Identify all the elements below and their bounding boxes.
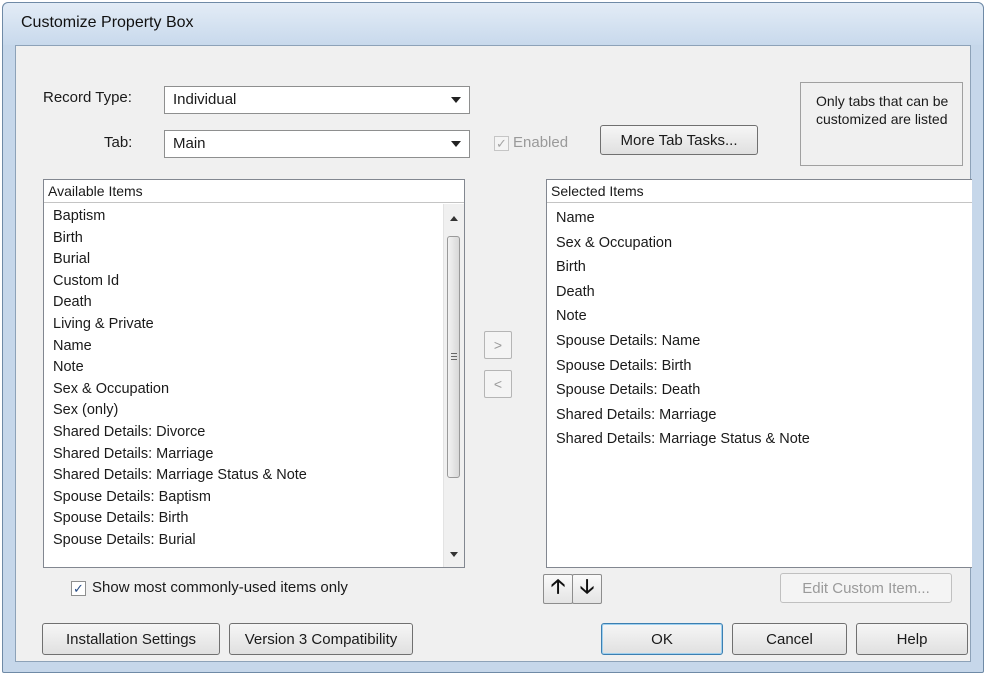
remove-item-button[interactable]: < [484, 370, 512, 398]
list-item[interactable]: Name [556, 206, 810, 231]
list-item[interactable]: Birth [556, 255, 810, 280]
list-item[interactable]: Spouse Details: Birth [556, 354, 810, 379]
list-item[interactable]: Sex & Occupation [556, 231, 810, 256]
tab-select[interactable]: Main [164, 130, 470, 158]
tab-value: Main [173, 135, 206, 152]
list-item[interactable]: Baptism [53, 206, 307, 228]
show-common-checkbox[interactable]: ✓ [71, 581, 86, 596]
chevron-down-icon [451, 141, 461, 147]
version3-compatibility-button[interactable]: Version 3 Compatibility [229, 623, 413, 655]
arrow-down-icon: 🡣 [579, 576, 595, 598]
info-box: Only tabs that can be customized are lis… [800, 82, 963, 166]
list-item[interactable]: Death [53, 292, 307, 314]
list-item[interactable]: Spouse Details: Name [556, 329, 810, 354]
record-type-select[interactable]: Individual [164, 86, 470, 114]
available-scrollbar[interactable] [443, 204, 464, 567]
installation-settings-button[interactable]: Installation Settings [42, 623, 220, 655]
list-item[interactable]: Birth [53, 228, 307, 250]
list-item[interactable]: Custom Id [53, 271, 307, 293]
dialog-client: Record Type: Individual Tab: Main ✓ Enab… [15, 45, 972, 662]
list-item[interactable]: Note [53, 357, 307, 379]
record-type-label: Record Type: [43, 89, 132, 106]
list-item[interactable]: Living & Private [53, 314, 307, 336]
list-item[interactable]: Note [556, 304, 810, 329]
move-down-button[interactable]: 🡣 [572, 574, 602, 604]
list-item[interactable]: Shared Details: Marriage [53, 444, 307, 466]
selected-items: Name Sex & Occupation Birth Death Note Spouse… [556, 206, 810, 452]
enabled-checkbox[interactable]: ✓ [494, 136, 509, 151]
scroll-thumb[interactable] [447, 236, 460, 478]
list-item[interactable]: Shared Details: Divorce [53, 422, 307, 444]
list-item[interactable]: Spouse Details: Birth [53, 508, 307, 530]
list-item[interactable]: Shared Details: Marriage Status & Note [556, 427, 810, 452]
record-type-value: Individual [173, 91, 237, 108]
list-item[interactable]: Sex (only) [53, 400, 307, 422]
list-item[interactable]: Shared Details: Marriage Status & Note [53, 465, 307, 487]
scroll-up-icon[interactable] [450, 216, 458, 221]
list-item[interactable]: Burial [53, 249, 307, 271]
info-text: Only tabs that can be customized are lis… [816, 93, 949, 127]
list-item[interactable]: Sex & Occupation [53, 379, 307, 401]
show-common-label: Show most commonly-used items only [92, 579, 348, 596]
list-item[interactable]: Spouse Details: Death [556, 378, 810, 403]
available-items-header: Available Items [44, 180, 464, 203]
list-item[interactable]: Shared Details: Marriage [556, 403, 810, 428]
list-item[interactable]: Spouse Details: Burial [53, 530, 307, 552]
scroll-down-icon[interactable] [450, 552, 458, 557]
selected-items-list[interactable]: Selected Items Name Sex & Occupation Birth… [546, 179, 972, 568]
available-items: Baptism Birth Burial Custom Id Death Living &… [53, 206, 307, 552]
edit-custom-item-button[interactable]: Edit Custom Item... [780, 573, 952, 603]
title-bar: Customize Property Box [3, 3, 983, 45]
tab-label: Tab: [104, 134, 133, 151]
list-item[interactable]: Spouse Details: Baptism [53, 487, 307, 509]
list-item[interactable]: Name [53, 336, 307, 358]
customize-property-box-window: Customize Property Box Record Type: Indi… [2, 2, 984, 673]
cancel-button[interactable]: Cancel [732, 623, 847, 655]
checkmark-icon: ✓ [496, 136, 507, 151]
available-items-list[interactable]: Available Items Baptism Birth Burial Custom… [43, 179, 465, 568]
selected-items-header: Selected Items [547, 180, 972, 203]
move-up-button[interactable]: 🡡 [543, 574, 573, 604]
arrow-up-icon: 🡡 [550, 576, 566, 598]
help-button[interactable]: Help [856, 623, 968, 655]
more-tab-tasks-button[interactable]: More Tab Tasks... [600, 125, 758, 155]
window-title: Customize Property Box [21, 14, 194, 31]
ok-button[interactable]: OK [601, 623, 723, 655]
checkmark-icon: ✓ [73, 581, 84, 596]
list-item[interactable]: Death [556, 280, 810, 305]
enabled-label: Enabled [513, 134, 569, 151]
chevron-down-icon [451, 97, 461, 103]
add-item-button[interactable]: > [484, 331, 512, 359]
